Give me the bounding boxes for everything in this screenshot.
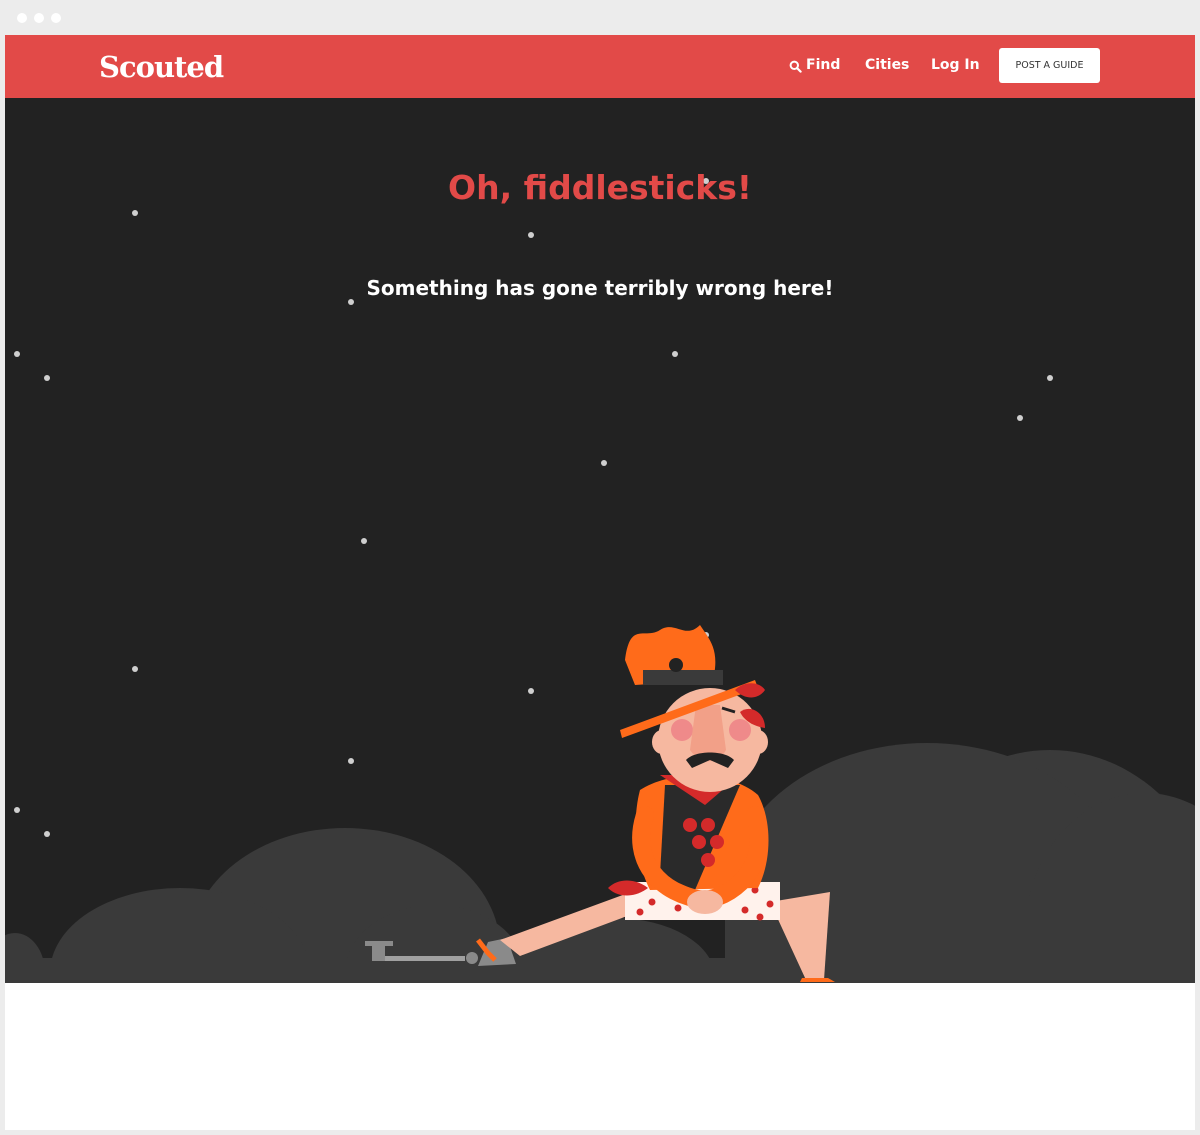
window-control-dot[interactable] xyxy=(17,13,27,23)
nav-cities-link[interactable]: Cities xyxy=(865,55,909,75)
nav-find-label: Find xyxy=(806,57,841,73)
top-navbar: Scouted Find Cities Log In POST A GUIDE xyxy=(5,35,1195,98)
window-control-dot[interactable] xyxy=(34,13,44,23)
ball-and-chain xyxy=(365,938,516,966)
nav-login-link[interactable]: Log In xyxy=(931,55,980,75)
browser-window: Scouted Find Cities Log In POST A GUIDE xyxy=(5,35,1195,1130)
scout-hands xyxy=(687,890,723,914)
search-icon xyxy=(789,59,802,73)
window-control-dot[interactable] xyxy=(51,13,61,23)
post-a-guide-button[interactable]: POST A GUIDE xyxy=(999,48,1100,83)
browser-chrome xyxy=(0,0,1200,35)
site-logo[interactable]: Scouted xyxy=(99,47,224,87)
nav-find-link[interactable]: Find xyxy=(789,55,840,75)
scout-character-illustration xyxy=(365,625,835,982)
